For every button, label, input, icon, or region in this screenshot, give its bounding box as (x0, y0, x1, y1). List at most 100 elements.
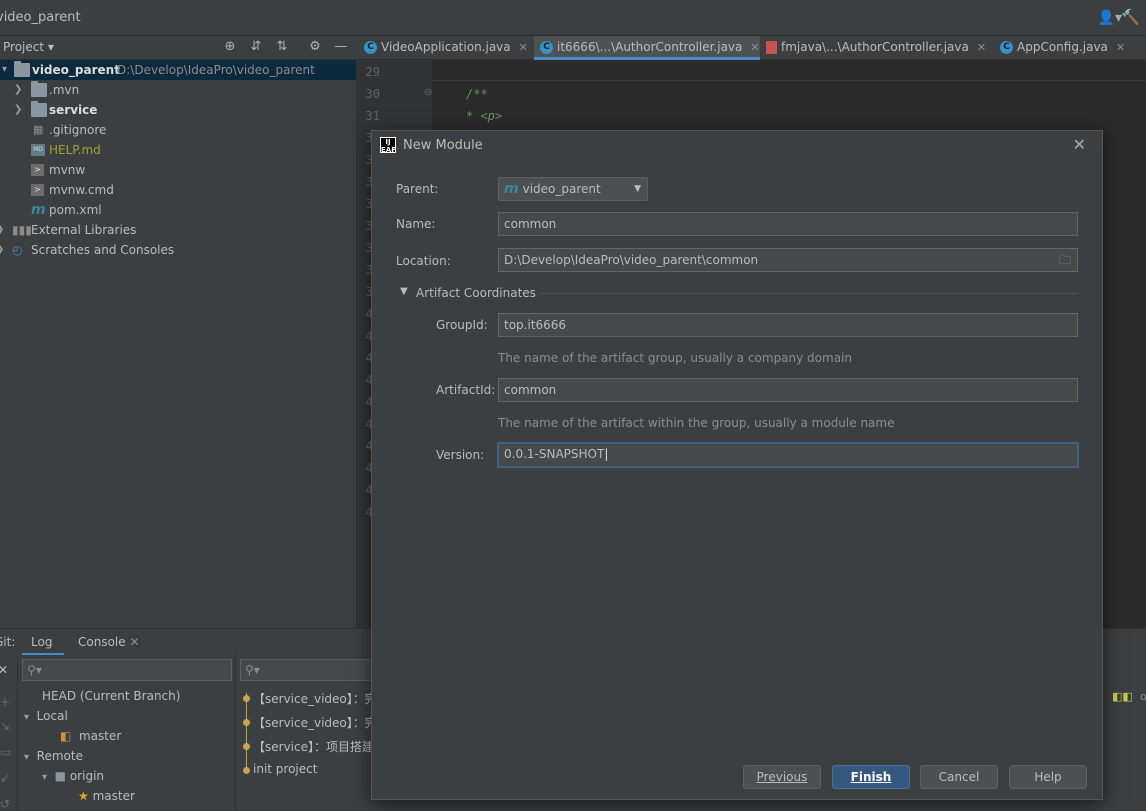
branch-group-local[interactable]: ▾ Local (24, 709, 68, 723)
add-icon[interactable]: + (0, 695, 10, 709)
close-icon[interactable]: ✕ (129, 635, 139, 649)
branch-origin-master[interactable]: ★ master (78, 789, 135, 803)
project-view-selector[interactable]: Project ▾ (3, 40, 54, 54)
close-icon[interactable]: ✕ (0, 663, 8, 677)
tab-console[interactable]: Console ✕ (78, 635, 140, 649)
code-line: /** (466, 87, 488, 101)
chevron-right-icon[interactable]: ❯ (0, 240, 6, 260)
tree-item-pom-xml[interactable]: m pom.xml (0, 200, 356, 220)
branch-label: master (78, 729, 122, 743)
tag-icon: ◧◧ (1112, 690, 1133, 703)
commit-row[interactable]: 【service_video】：完 (253, 690, 377, 707)
tree-item-gitignore[interactable]: ▦ .gitignore (0, 120, 356, 140)
groupid-field[interactable]: top.it6666 (498, 313, 1078, 337)
tab-label: fmjava\...\AuthorController.java (781, 40, 969, 54)
cancel-button[interactable]: Cancel (920, 765, 998, 789)
chevron-right-icon[interactable]: ❯ (14, 100, 24, 120)
update-icon[interactable]: ↺ (0, 797, 10, 811)
artifactid-label: ArtifactId: (436, 383, 496, 397)
gitignore-file-icon: ▦ (33, 123, 44, 136)
name-label: Name: (396, 217, 436, 231)
version-field[interactable]: 0.0.1-SNAPSHOT| (497, 442, 1079, 468)
artifactid-field[interactable]: common (498, 378, 1078, 402)
close-icon[interactable]: ✕ (750, 41, 759, 54)
tree-item-external-libraries[interactable]: ❯ ▮▮▮ External Libraries (0, 220, 356, 240)
tab-log[interactable]: Log (31, 635, 52, 649)
edit-icon[interactable]: ↘ (0, 719, 10, 733)
tree-item-video-parent[interactable]: ▾ video_parent D:\Develop\IdeaPro\video_… (0, 60, 356, 80)
tab-video-application[interactable]: C VideoApplication.java ✕ (364, 36, 532, 60)
commit-row[interactable]: 【service】：项目搭建 (253, 738, 374, 755)
chevron-down-icon: ▾ (24, 712, 30, 723)
branch-label: origin (69, 769, 105, 783)
project-panel: Project ▾ ⊕ ⇵ ⇅ ⚙ — ▾ video_parent D:\De… (0, 36, 356, 628)
tree-item-label: .gitignore (49, 123, 107, 137)
module-folder-icon (14, 61, 30, 77)
tree-item-label: service (49, 103, 98, 117)
build-hammer-icon[interactable]: 🔨 (1121, 8, 1140, 26)
folder-icon: ■ (54, 769, 67, 783)
tab-author-controller-it6666[interactable]: Cit6666\...\AuthorController.java ✕ (534, 36, 760, 60)
branch-group-remote[interactable]: ▾ Remote (24, 749, 83, 763)
class-icon: C (1000, 41, 1013, 54)
user-icon[interactable]: 👤▾ (1098, 10, 1122, 26)
chevron-down-icon: ▾ (24, 752, 30, 763)
close-icon[interactable]: ✕ (1073, 135, 1086, 154)
finish-button[interactable]: Finish (832, 765, 910, 789)
branch-search-input[interactable]: ⚲▾ (22, 659, 232, 681)
fetch-icon[interactable]: ↙ (0, 771, 10, 785)
chevron-down-icon[interactable]: ▾ (2, 60, 12, 80)
tree-item-scratches[interactable]: ❯ ◴ Scratches and Consoles (0, 240, 356, 260)
tree-item-path: D:\Develop\IdeaPro\video_parent (117, 63, 315, 77)
previous-button[interactable]: Previous (743, 765, 821, 789)
browse-folder-icon[interactable]: 🗀 (1059, 249, 1071, 271)
tree-item-help-md[interactable]: MD HELP.md (0, 140, 356, 160)
close-icon[interactable]: ✕ (1116, 41, 1125, 54)
line-number: 29 (365, 65, 380, 79)
locate-icon[interactable]: ⊕ (222, 39, 238, 55)
tree-item-mvn[interactable]: ❯ .mvn (0, 80, 356, 100)
artifact-coordinates-toggle[interactable]: Artifact Coordinates (416, 286, 536, 300)
delete-icon[interactable]: ▭ (0, 745, 11, 759)
branch-head[interactable]: HEAD (Current Branch) (42, 689, 180, 703)
tree-item-mvnw-cmd[interactable]: > mvnw.cmd (0, 180, 356, 200)
tab-author-controller-fmjava[interactable]: fmjava\...\AuthorController.java ✕ (766, 36, 992, 60)
name-field[interactable]: common (498, 212, 1078, 236)
branch-local-master[interactable]: ◧ master (60, 729, 121, 743)
help-button[interactable]: Help (1009, 765, 1087, 789)
tag-icon: ◧ (60, 729, 72, 743)
location-field[interactable]: D:\Develop\IdeaPro\video_parent\common 🗀 (498, 248, 1078, 272)
markdown-file-icon: MD (31, 144, 45, 156)
commit-row[interactable]: 【service_video】：完 (253, 714, 377, 731)
shell-file-icon: > (31, 164, 44, 176)
version-value: 0.0.1-SNAPSHOT (504, 447, 605, 461)
parent-select[interactable]: m video_parent ▼ (498, 177, 648, 201)
tab-console-label: Console (78, 635, 126, 649)
branch-origin[interactable]: ▾ ■ origin (42, 769, 104, 783)
branches-panel: ⚲▾ HEAD (Current Branch) ▾ Local ◧ maste… (18, 655, 236, 811)
search-icon: ⚲▾ (245, 663, 260, 677)
tree-item-mvnw[interactable]: > mvnw (0, 160, 356, 180)
close-icon[interactable]: ✕ (977, 41, 986, 54)
tab-app-config[interactable]: C AppConfig.java ✕ (1000, 36, 1146, 60)
help-button-label: Help (1034, 770, 1062, 784)
folder-icon (31, 81, 47, 97)
expand-all-icon[interactable]: ⇵ (248, 39, 264, 55)
tree-item-service[interactable]: ❯ service (0, 100, 356, 120)
line-number: 30 (365, 87, 380, 101)
chevron-down-icon[interactable]: ▼ (400, 286, 408, 297)
commit-node (243, 743, 250, 750)
text-cursor: | (604, 447, 609, 461)
chevron-right-icon[interactable]: ❯ (14, 80, 24, 100)
hide-panel-icon[interactable]: — (333, 39, 349, 55)
line-number: 31 (365, 109, 380, 123)
previous-button-label: Previous (756, 770, 808, 784)
gear-icon[interactable]: ⚙ (307, 39, 323, 55)
collapse-all-icon[interactable]: ⇅ (274, 39, 290, 55)
commit-row[interactable]: init project (253, 762, 317, 776)
close-icon[interactable]: ✕ (519, 41, 528, 54)
branch-label: master (92, 789, 135, 803)
commit-search-input[interactable]: ⚲▾ (240, 659, 380, 681)
java-file-icon (766, 41, 777, 54)
chevron-right-icon[interactable]: ❯ (0, 220, 6, 240)
